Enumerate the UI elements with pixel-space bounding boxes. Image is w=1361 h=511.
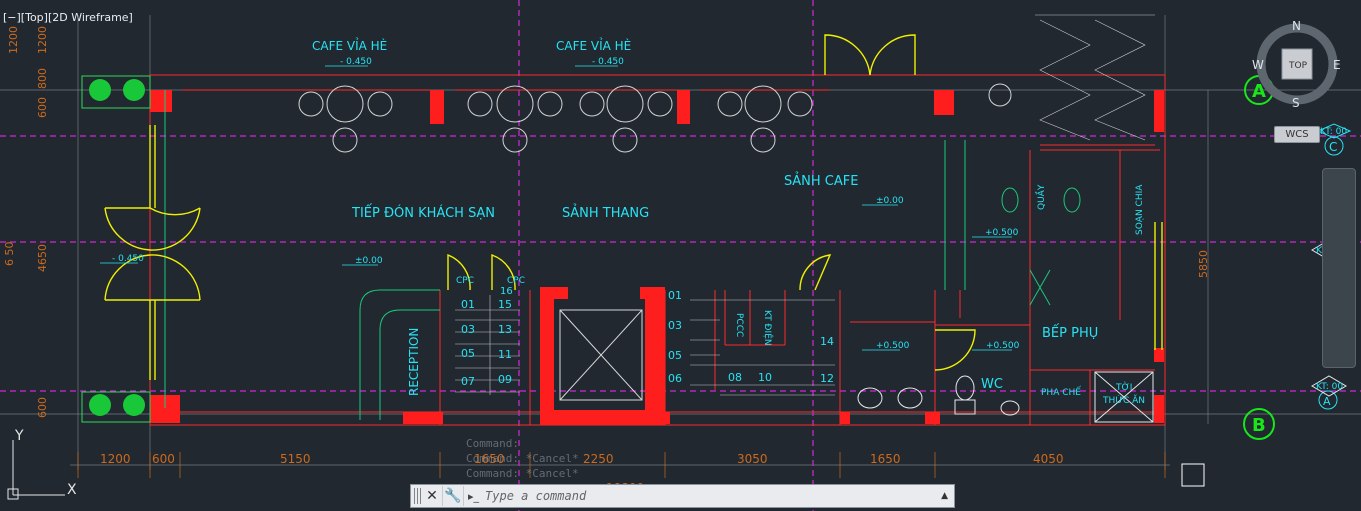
room-label: CAFE VỈA HÈ xyxy=(556,37,631,53)
grid-bubble-label: B xyxy=(1252,415,1266,436)
level-underlines xyxy=(100,65,1012,351)
room-label: SẢNH CAFE xyxy=(784,172,858,189)
close-icon[interactable]: ✕ xyxy=(422,486,443,506)
compass-n[interactable]: N xyxy=(1292,19,1301,33)
columns xyxy=(150,90,1164,425)
level-mark: +0.500 xyxy=(876,341,910,351)
step-number: 10 xyxy=(758,371,772,384)
room-label: CAFE VỈA HÈ xyxy=(312,37,387,53)
step-number: 16 xyxy=(500,286,513,297)
dimension-text: 600 xyxy=(36,97,49,118)
history-line: Command: *Cancel* xyxy=(466,467,579,480)
room-label: SOẠN CHIA xyxy=(1135,184,1145,235)
level-mark: - 0.450 xyxy=(112,254,144,264)
step-number: 12 xyxy=(820,372,834,385)
step-number: 15 xyxy=(498,298,512,311)
step-number: 01 xyxy=(461,298,475,311)
viewcube-top[interactable]: TOP xyxy=(1288,61,1308,71)
dimension-text: 800 xyxy=(36,68,49,89)
step-number: 01 xyxy=(668,289,682,302)
command-line-bar[interactable]: ✕ 🔧 ▸_ ▲ xyxy=(410,484,955,508)
dimension-text: 600 xyxy=(36,397,49,418)
compass-e[interactable]: E xyxy=(1333,58,1341,72)
step-number: 14 xyxy=(820,335,834,348)
ucs-x-label: X xyxy=(67,482,77,498)
level-markers: - 0.450 - 0.450 - 0.450 ±0.00 ±0.00 +0.5… xyxy=(112,57,1020,351)
room-label: TIẾP ĐÓN KHÁCH SẠN xyxy=(351,204,495,221)
step-number: 13 xyxy=(498,323,512,336)
elevator-shaft xyxy=(559,309,643,401)
level-mark: ±0.00 xyxy=(355,256,383,266)
axis-lines xyxy=(0,0,1361,511)
room-label: BẾP PHỤ xyxy=(1042,324,1098,341)
kt-label: KT: 00 xyxy=(1320,127,1347,137)
room-label: QUẦY xyxy=(1034,184,1047,210)
furniture-outlines xyxy=(164,90,1081,420)
dimension-text: 2250 xyxy=(583,452,614,466)
dimension-left: 1200 1200 600 800 4650 6 50 600 5850 xyxy=(3,26,1210,418)
ucs-y-label: Y xyxy=(14,428,24,444)
dimension-text: 1200 xyxy=(36,26,49,54)
cafe-tables xyxy=(298,83,1012,153)
dimension-text: 600 xyxy=(152,452,175,466)
step-number: 07 xyxy=(461,375,475,388)
dimension-text: 6 50 xyxy=(3,242,16,267)
history-line: Command: *Cancel* xyxy=(466,452,579,465)
floor-plan-drawing[interactable]: - 0.450 - 0.450 - 0.450 ±0.00 ±0.00 +0.5… xyxy=(0,0,1361,511)
autocad-drawing-area[interactable]: [−][Top][2D Wireframe] - 0.450 - 0.450 -… xyxy=(0,0,1361,511)
step-number: 05 xyxy=(461,347,475,360)
step-number: 05 xyxy=(668,349,682,362)
chevron-up-icon[interactable]: ▲ xyxy=(941,491,948,501)
dimension-text: 1200 xyxy=(7,26,20,54)
dimension-text: 5850 xyxy=(1197,250,1210,278)
history-line: Command: xyxy=(466,437,519,450)
level-mark: +0.500 xyxy=(986,341,1020,351)
room-label: TỜI xyxy=(1115,381,1132,393)
grid-bubble-label: C xyxy=(1329,140,1337,154)
ucs-icon xyxy=(7,440,65,500)
grid-bubble-label: A xyxy=(1323,395,1331,408)
level-mark: - 0.450 xyxy=(592,57,624,67)
room-label: CPC xyxy=(507,276,525,286)
level-mark: - 0.450 xyxy=(340,57,372,67)
room-label: CPC xyxy=(456,276,474,286)
dimension-text: 1200 xyxy=(100,452,131,466)
dimension-text: 4050 xyxy=(1033,452,1064,466)
wcs-button[interactable]: WCS xyxy=(1274,126,1320,143)
room-label: THỨC ĂN xyxy=(1102,394,1145,406)
level-mark: +0.500 xyxy=(985,228,1019,238)
dimension-text: 3050 xyxy=(737,452,768,466)
step-number: 08 xyxy=(728,371,742,384)
step-number: 11 xyxy=(498,348,512,361)
step-number: 09 xyxy=(498,373,512,386)
compass-w[interactable]: W xyxy=(1252,58,1264,72)
step-number: 06 xyxy=(668,372,682,385)
room-label: PHA CHẾ xyxy=(1041,386,1081,398)
room-label: WC xyxy=(981,377,1003,392)
step-number: 03 xyxy=(461,323,475,336)
dimension-text: 1650 xyxy=(870,452,901,466)
kt-label: KT: 00 xyxy=(1316,382,1343,392)
room-label: SẢNH THANG xyxy=(562,204,649,221)
prompt-icon[interactable]: ▸_ xyxy=(468,490,479,503)
level-mark: ±0.00 xyxy=(876,196,904,206)
command-input[interactable] xyxy=(483,488,908,504)
step-number: 03 xyxy=(668,319,682,332)
room-label: KT ĐIỆN xyxy=(762,310,774,346)
cursor-pickbox xyxy=(1181,463,1205,487)
room-label: RECEPTION xyxy=(407,328,421,396)
command-bar-grip[interactable] xyxy=(414,488,422,504)
compass-s[interactable]: S xyxy=(1292,96,1300,110)
navigation-bar[interactable] xyxy=(1322,168,1356,368)
room-label: PCCC xyxy=(734,313,744,337)
dimension-text: 4650 xyxy=(36,244,49,272)
dimension-text: 5150 xyxy=(280,452,311,466)
command-history: Command: Command: *Cancel* Command: *Can… xyxy=(466,436,579,481)
wrench-icon[interactable]: 🔧 xyxy=(443,486,464,506)
